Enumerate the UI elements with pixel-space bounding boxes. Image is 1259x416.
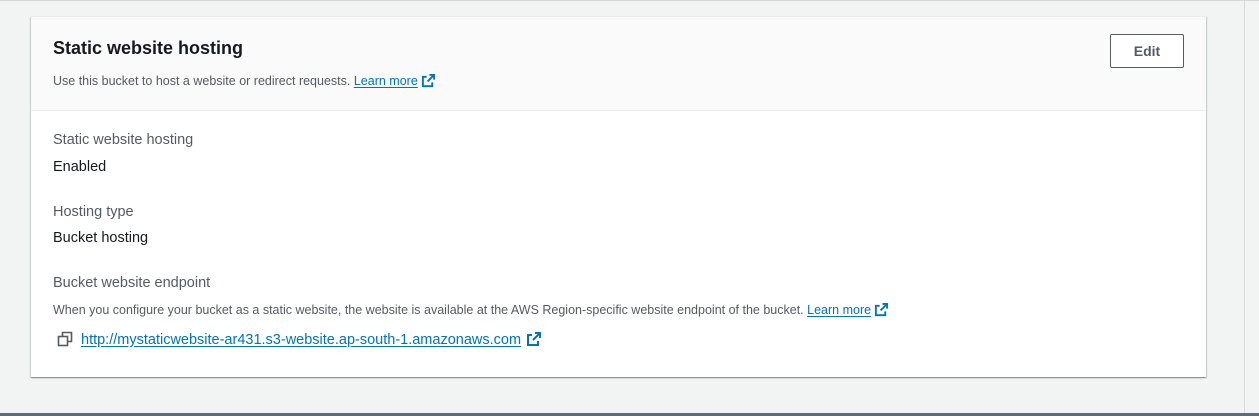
static-website-hosting-panel: Static website hosting Use this bucket t… (31, 16, 1206, 377)
learn-more-link[interactable]: Learn more (353, 73, 436, 88)
hosting-type-value: Bucket hosting (53, 230, 149, 246)
endpoint-label: Bucket website endpoint (53, 275, 211, 291)
endpoint-url: http://mystaticwebsite-ar431.s3-website.… (81, 331, 522, 348)
right-divider (1244, 0, 1245, 416)
panel-title: Static website hosting (53, 38, 244, 58)
static-hosting-label: Static website hosting (53, 132, 194, 148)
endpoint-help: When you configure your bucket as a stat… (53, 302, 889, 317)
edit-button[interactable]: Edit (1110, 34, 1184, 68)
endpoint-row: http://mystaticwebsite-ar431.s3-website.… (57, 329, 542, 349)
top-divider (0, 0, 1259, 1)
external-link-icon (527, 331, 542, 346)
external-link-icon (421, 73, 435, 88)
panel-description: Use this bucket to host a website or red… (53, 73, 436, 88)
panel-description-text: Use this bucket to host a website or red… (53, 74, 351, 88)
external-link-icon (875, 302, 889, 317)
endpoint-learn-more-label: Learn more (807, 303, 872, 317)
panel-header: Static website hosting Use this bucket t… (31, 17, 1206, 111)
learn-more-label: Learn more (353, 74, 418, 88)
static-hosting-value: Enabled (53, 159, 107, 175)
endpoint-url-link[interactable]: http://mystaticwebsite-ar431.s3-website.… (81, 331, 542, 348)
hosting-type-label: Hosting type (53, 204, 134, 220)
endpoint-help-text: When you configure your bucket as a stat… (53, 303, 804, 317)
copy-icon[interactable] (57, 331, 73, 347)
endpoint-learn-more-link[interactable]: Learn more (807, 302, 889, 317)
